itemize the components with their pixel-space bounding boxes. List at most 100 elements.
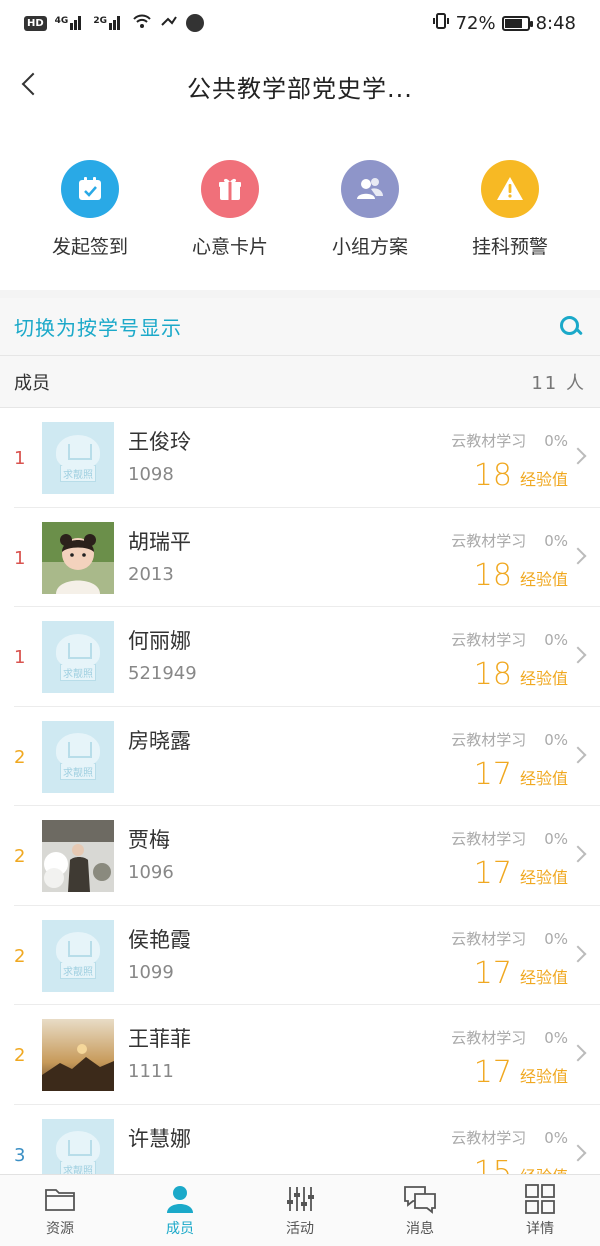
- folder-icon: [43, 1184, 77, 1214]
- member-list[interactable]: 1 求靓照 王俊玲 1098 云教材学习 0% 18 经验值 1 胡瑞平 2013 …: [0, 408, 600, 1174]
- experience-value: 18: [473, 458, 512, 493]
- group-icon: [341, 160, 399, 218]
- experience-value: 17: [473, 756, 512, 792]
- member-row[interactable]: 1 求靓照 何丽娜 521949 云教材学习 0% 18 经验值: [14, 607, 600, 707]
- experience-value: 15: [473, 1154, 512, 1175]
- member-id: 2013: [128, 563, 174, 585]
- experience-label: 经验值: [520, 1163, 568, 1175]
- study-percent: 0%: [544, 1029, 568, 1047]
- tab-resources[interactable]: 资源: [0, 1175, 120, 1246]
- avatar-placeholder: 求靓照: [42, 919, 114, 992]
- action-gift-card[interactable]: 心意卡片: [160, 160, 300, 259]
- study-progress: 云教材学习 0%: [451, 1127, 568, 1148]
- study-label: 云教材学习: [451, 730, 527, 749]
- grid-icon: [523, 1183, 557, 1214]
- experience-label: 经验值: [519, 470, 568, 489]
- tab-label: 消息: [406, 1220, 434, 1237]
- member-name: 王菲菲: [128, 1027, 191, 1051]
- action-label: 挂科预警: [471, 236, 548, 258]
- study-percent: 0%: [544, 531, 568, 550]
- member-row[interactable]: 1 胡瑞平 2013 云教材学习 0% 18 经验值: [14, 508, 600, 607]
- location-icon: [185, 14, 204, 32]
- study-label: 云教材学习: [451, 631, 527, 649]
- member-name: 何丽娜: [128, 629, 191, 653]
- avatar-placeholder: 求靓照: [42, 1118, 114, 1174]
- wifi-icon: [132, 13, 152, 34]
- vibrate-icon: [432, 12, 450, 35]
- chevron-right-icon: [569, 945, 587, 962]
- action-group-plan[interactable]: 小组方案: [300, 160, 440, 259]
- warning-icon: [481, 160, 539, 218]
- tab-members[interactable]: 成员: [120, 1175, 240, 1246]
- study-progress: 云教材学习 0%: [451, 828, 568, 849]
- tab-messages[interactable]: 消息: [360, 1175, 480, 1246]
- status-bar: HD 4G 2G 72% 8:48: [0, 0, 600, 46]
- search-icon[interactable]: [554, 311, 586, 343]
- hd-badge: HD: [24, 15, 47, 31]
- book-icon: [56, 932, 100, 966]
- activity-icon: [283, 1184, 317, 1214]
- status-right: 72% 8:48: [432, 12, 576, 35]
- action-fail-warning[interactable]: 挂科预警: [440, 160, 580, 259]
- member-row[interactable]: 2 王菲菲 1111 云教材学习 0% 17 经验值: [14, 1005, 600, 1105]
- experience: 17 经验值: [474, 856, 568, 891]
- chevron-right-icon: [569, 646, 587, 664]
- members-count: 11 人: [531, 372, 586, 394]
- experience: 17 经验值: [474, 956, 568, 991]
- book-icon: [56, 633, 100, 668]
- tab-details[interactable]: 详情: [480, 1175, 600, 1246]
- cell-signal-icon: 4G: [55, 16, 86, 30]
- member-row[interactable]: 2 求靓照 侯艳霞 1099 云教材学习 0% 17 经验值: [14, 906, 600, 1005]
- display-toggle-row: 切换为按学号显示: [0, 298, 600, 356]
- toggle-display-mode-link[interactable]: 切换为按学号显示: [14, 312, 182, 341]
- member-rank: 3: [14, 1144, 26, 1166]
- back-button[interactable]: [10, 64, 50, 104]
- action-label: 心意卡片: [191, 236, 268, 258]
- tab-activities[interactable]: 活动: [240, 1175, 360, 1246]
- gift-icon: [201, 160, 259, 218]
- member-row[interactable]: 3 求靓照 许慧娜 云教材学习 0% 15 经验值: [14, 1105, 600, 1175]
- experience-label: 经验值: [519, 967, 568, 987]
- tab-label: 活动: [286, 1220, 314, 1237]
- member-rank: 1: [14, 448, 26, 469]
- section-divider: [0, 290, 600, 298]
- experience-value: 17: [473, 955, 512, 991]
- study-label: 云教材学习: [451, 830, 527, 848]
- experience: 18 经验值: [474, 458, 568, 493]
- study-label: 云教材学习: [451, 1128, 527, 1147]
- experience-value: 17: [473, 856, 512, 891]
- member-rank: 1: [14, 647, 26, 668]
- nav-bar: 公共教学部党史学...: [0, 46, 600, 126]
- experience: 15 经验值: [474, 1155, 568, 1175]
- study-label: 云教材学习: [451, 929, 527, 948]
- page-title: 公共教学部党史学...: [187, 74, 413, 103]
- study-percent: 0%: [544, 730, 568, 749]
- study-percent: 0%: [544, 432, 568, 450]
- tab-label: 成员: [166, 1220, 194, 1237]
- study-progress: 云教材学习 0%: [451, 928, 568, 949]
- avatar-placeholder: 求靓照: [42, 720, 114, 793]
- action-label: 发起签到: [51, 236, 128, 258]
- experience: 18 经验值: [474, 558, 568, 593]
- experience: 17 经验值: [474, 1055, 568, 1090]
- bottom-tab-bar: 资源 成员 活动 消息 详情: [0, 1174, 600, 1246]
- member-row[interactable]: 1 求靓照 王俊玲 1098 云教材学习 0% 18 经验值: [14, 408, 600, 508]
- member-name: 侯艳霞: [128, 927, 191, 952]
- tab-label: 详情: [526, 1220, 554, 1237]
- member-name: 贾梅: [128, 828, 170, 852]
- book-icon: [56, 733, 100, 767]
- study-label: 云教材学习: [451, 531, 527, 550]
- book-icon: [56, 1131, 100, 1165]
- app-notification-icon: [160, 13, 178, 34]
- experience: 18 经验值: [474, 657, 568, 692]
- member-rank: 2: [14, 746, 26, 768]
- member-id: 1099: [128, 961, 174, 983]
- members-label: 成员: [14, 372, 50, 394]
- experience-label: 经验值: [519, 768, 568, 788]
- member-row[interactable]: 2 求靓照 房晓露 云教材学习 0% 17 经验值: [14, 707, 600, 806]
- member-name: 房晓露: [128, 728, 191, 753]
- avatar: [42, 521, 114, 594]
- member-row[interactable]: 2 贾梅 1096 云教材学习 0% 17 经验值: [14, 806, 600, 906]
- action-check-in[interactable]: 发起签到: [20, 160, 160, 259]
- battery-icon: [501, 15, 533, 31]
